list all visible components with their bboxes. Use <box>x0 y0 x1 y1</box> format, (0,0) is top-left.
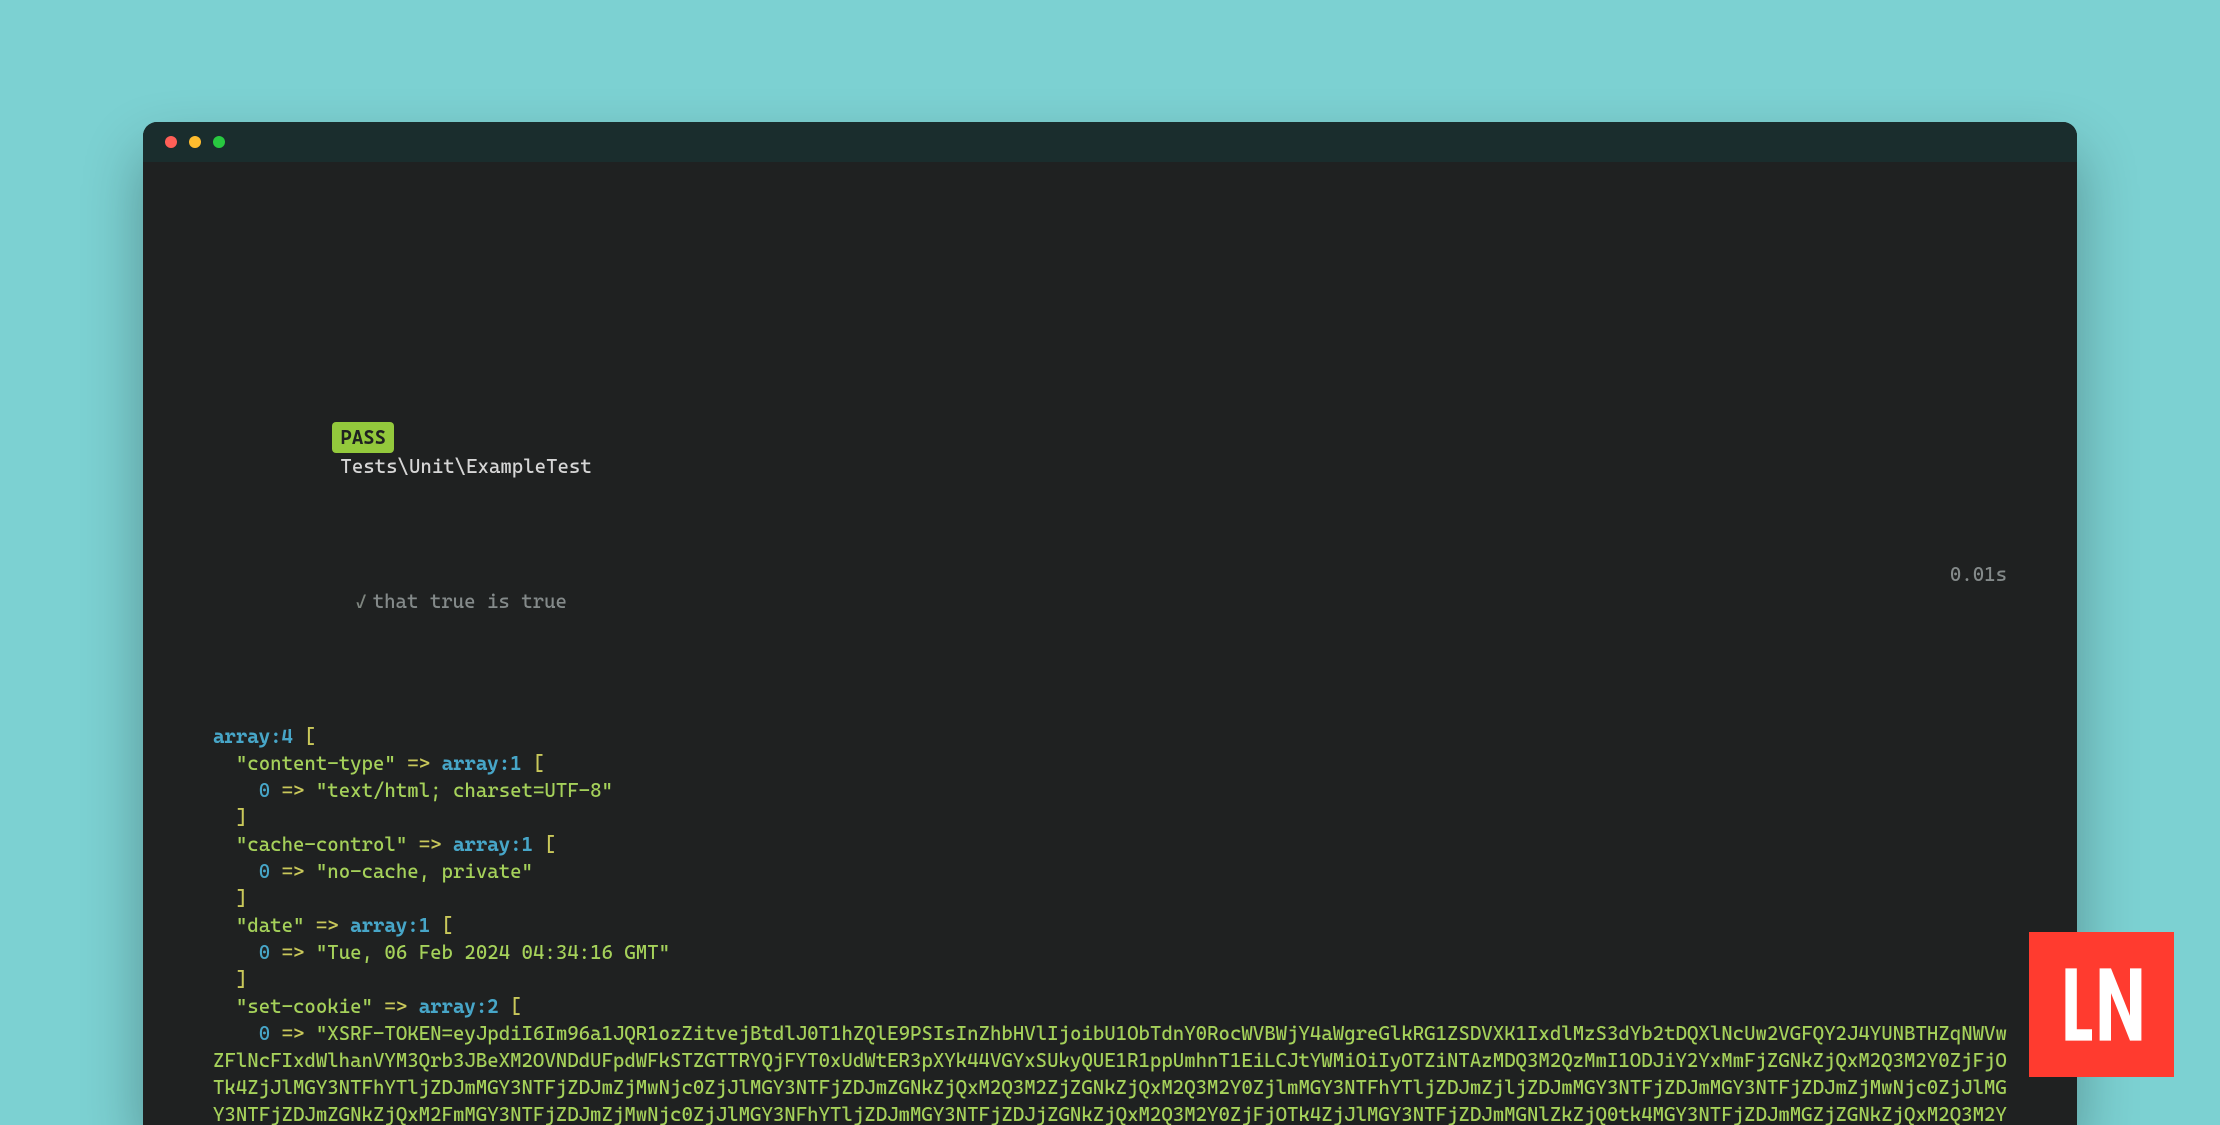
bracket: [ <box>510 995 521 1018</box>
array-dump: array:4 [ "content-type" => array:1 [ 0 … <box>213 723 2007 1125</box>
check-icon: ✓ <box>355 590 366 613</box>
bracket: [ <box>544 833 555 856</box>
arrow: => <box>407 752 430 775</box>
arrow: => <box>419 833 442 856</box>
bracket: [ <box>533 752 544 775</box>
arr-label: array:1 <box>442 752 522 775</box>
arrow: => <box>282 860 305 883</box>
arrow: => <box>384 995 407 1018</box>
idx: 0 <box>259 1022 270 1045</box>
titlebar[interactable] <box>143 122 2077 162</box>
key-date: "date" <box>236 914 305 937</box>
pass-badge: PASS <box>332 422 394 453</box>
arr-label: array:2 <box>419 995 499 1018</box>
idx: 0 <box>259 860 270 883</box>
key-cache-control: "cache-control" <box>236 833 407 856</box>
bracket-open: [ <box>304 725 315 748</box>
arrow: => <box>282 1022 305 1045</box>
bracket: [ <box>442 914 453 937</box>
val-cookie-0: "XSRF-TOKEN=eyJpdiI6Im96a1JQR1ozZitvejBt… <box>213 1022 2007 1125</box>
bracket: ] <box>236 887 247 910</box>
test-block-1: PASS Tests\Unit\ExampleTest <box>241 395 2007 507</box>
idx: 0 <box>259 941 270 964</box>
laravel-news-logo <box>2029 932 2174 1077</box>
arr-label: array:1 <box>350 914 430 937</box>
minimize-icon[interactable] <box>189 136 201 148</box>
arrow: => <box>282 941 305 964</box>
terminal-window: PASS Tests\Unit\ExampleTest ✓ that true i… <box>143 122 2077 1125</box>
arr-label: array:1 <box>453 833 533 856</box>
val-cache-control: "no-cache, private" <box>316 860 533 883</box>
key-set-cookie: "set-cookie" <box>236 995 373 1018</box>
zoom-icon[interactable] <box>213 136 225 148</box>
test1-row: ✓ that true is true 0.01s <box>241 561 2007 642</box>
idx: 0 <box>259 779 270 802</box>
close-icon[interactable] <box>165 136 177 148</box>
test-path: Tests\Unit\ExampleTest <box>340 455 591 478</box>
bracket: ] <box>236 968 247 991</box>
bracket: ] <box>236 806 247 829</box>
test1-desc: that true is true <box>373 590 567 613</box>
val-date: "Tue, 06 Feb 2024 04:34:16 GMT" <box>316 941 670 964</box>
arrow: => <box>282 779 305 802</box>
key-content-type: "content-type" <box>236 752 396 775</box>
ln-icon <box>2054 957 2149 1052</box>
val-content-type: "text/html; charset=UTF-8" <box>316 779 613 802</box>
terminal-output: PASS Tests\Unit\ExampleTest ✓ that true i… <box>143 162 2077 1125</box>
arrow: => <box>316 914 339 937</box>
array-label: array:4 <box>213 725 293 748</box>
test1-time: 0.01s <box>1950 561 2007 588</box>
